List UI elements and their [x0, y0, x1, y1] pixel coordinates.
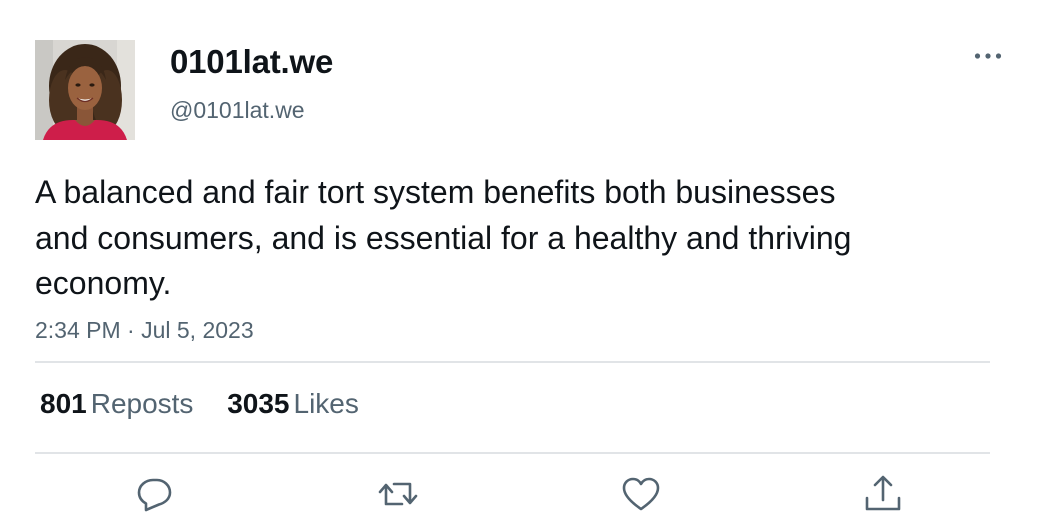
like-button[interactable] — [619, 472, 663, 516]
share-button[interactable] — [861, 472, 905, 516]
repost-icon — [378, 482, 418, 506]
reposts-label: Reposts — [90, 388, 194, 419]
likes-stat[interactable]: 3035 Likes — [227, 386, 359, 422]
repost-button[interactable] — [376, 472, 420, 516]
engagement-stats: 801 Reposts 3035 Likes — [40, 386, 385, 422]
reply-button[interactable] — [133, 472, 177, 516]
reposts-count: 801 — [40, 388, 87, 419]
share-icon — [865, 475, 901, 511]
divider — [35, 361, 990, 363]
tweet-card: 0101lat.we @0101lat.we A balanced and fa… — [0, 0, 1050, 525]
divider — [35, 452, 990, 454]
likes-label: Likes — [293, 388, 359, 419]
avatar-image — [35, 40, 135, 140]
author-display-name[interactable]: 0101lat.we — [170, 42, 333, 82]
more-options-button[interactable] — [968, 42, 1008, 70]
reposts-stat[interactable]: 801 Reposts — [40, 386, 193, 422]
reply-icon — [137, 478, 172, 512]
tweet-text: A balanced and fair tort system benefits… — [35, 174, 852, 301]
heart-icon — [622, 477, 660, 511]
likes-count: 3035 — [227, 388, 290, 419]
more-icon — [974, 53, 1002, 59]
author-handle[interactable]: @0101lat.we — [170, 95, 305, 125]
tweet-timestamp[interactable]: 2:34 PM · Jul 5, 2023 — [35, 315, 254, 345]
avatar[interactable] — [35, 40, 135, 140]
